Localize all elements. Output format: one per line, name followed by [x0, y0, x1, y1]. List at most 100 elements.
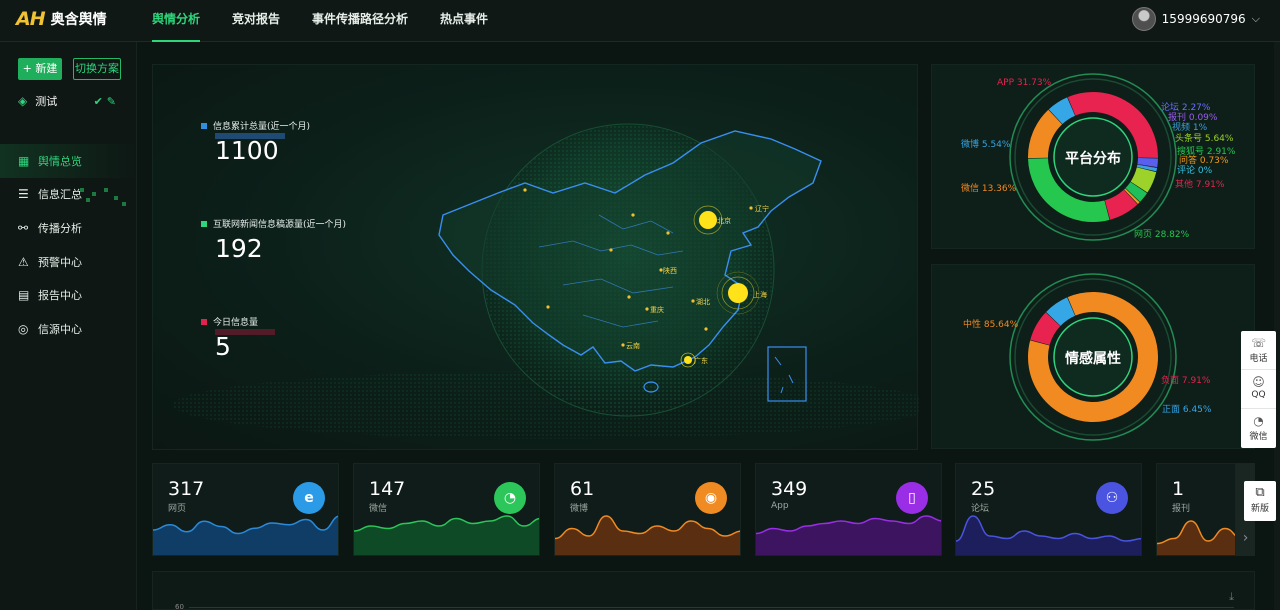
- map-label-chongqing: 重庆: [650, 305, 664, 314]
- nav-tab-hot-events[interactable]: 热点事件: [440, 0, 488, 42]
- map-label-shanghai: 上海: [753, 290, 767, 299]
- phone-icon: ☏: [1250, 336, 1266, 350]
- hotspot-beijing[interactable]: [699, 211, 717, 229]
- platform-slice-3[interactable]: [1136, 164, 1158, 172]
- sentiment-panel: 情感属性 中性 85.64% 负面 7.91% 正面 6.45%: [931, 264, 1255, 449]
- platform-distribution-panel: 平台分布 APP 31.73% 论坛 2.27% 报刊 0.09% 视频 1% …: [931, 64, 1255, 249]
- card-web[interactable]: 317 网页 e: [152, 463, 339, 556]
- plan-edit-tools[interactable]: ✔✎: [94, 95, 120, 108]
- sidebar-item-label: 预警中心: [38, 255, 82, 269]
- y-axis-tick: 60: [175, 603, 184, 610]
- contact-phone[interactable]: ☏ 电话: [1241, 331, 1276, 370]
- stat-color-square: [201, 318, 207, 325]
- card-count: 147: [369, 478, 406, 500]
- card-count: 1: [1172, 478, 1185, 500]
- new-version-label: 新版: [1250, 504, 1269, 514]
- contact-wechat[interactable]: ◔ 微信: [1241, 409, 1276, 448]
- avatar[interactable]: [1131, 7, 1156, 31]
- stat-color-square: [201, 122, 207, 129]
- main-nav: 舆情分析 竞对报告 事件传播路径分析 热点事件: [152, 0, 488, 42]
- sentiment-slice-2[interactable]: [1046, 297, 1076, 327]
- card-count: 25: [971, 478, 996, 500]
- map-label-yunnan: 云南: [626, 341, 640, 350]
- stat-value: 1100: [215, 136, 279, 165]
- decorative-pixels: [78, 188, 138, 212]
- stat-total-month: 信息累计总量(近一个月) 1100: [201, 119, 310, 165]
- stat-today: 今日信息量 5: [201, 315, 275, 361]
- switch-plan-button[interactable]: 切换方案: [73, 58, 121, 80]
- platform-slice-6[interactable]: [1124, 188, 1140, 204]
- sidebar-item-label: 传播分析: [38, 221, 82, 235]
- card-app[interactable]: 349 App ▯: [755, 463, 942, 556]
- platform-slice-4[interactable]: [1130, 167, 1157, 193]
- card-count: 61: [570, 478, 595, 500]
- sentiment-slice-1[interactable]: [1030, 312, 1061, 346]
- card-sparkline: [555, 515, 740, 555]
- nav-tab-sentiment-analysis[interactable]: 舆情分析: [152, 0, 201, 42]
- app-logo[interactable]: AH 奥含舆情: [16, 8, 107, 30]
- scrollbar[interactable]: [1274, 42, 1280, 610]
- download-icon[interactable]: ⤓: [1229, 590, 1234, 604]
- user-menu[interactable]: 15999690796 ⌵: [1131, 7, 1260, 31]
- new-version-button[interactable]: ⧉ 新版: [1244, 481, 1276, 521]
- map-label-shaanxi: 陕西: [663, 266, 677, 275]
- sparkline-area: [555, 516, 740, 555]
- stat-value: 5: [215, 332, 231, 361]
- map-label-hubei: 湖北: [696, 297, 710, 306]
- sidebar-item-alerts[interactable]: ⚠ 预警中心: [0, 245, 137, 279]
- top-bar: AH 奥含舆情 舆情分析 竞对报告 事件传播路径分析 热点事件 15999690…: [0, 0, 1280, 42]
- nav-tab-competitor-report[interactable]: 竞对报告: [232, 0, 280, 42]
- qq-icon: ☺: [1252, 375, 1265, 389]
- card-sparkline: [354, 515, 539, 555]
- stat-value: 192: [215, 234, 263, 263]
- card-weibo[interactable]: 61 微博 ◉: [554, 463, 741, 556]
- legend-negative: 负面 7.91%: [1161, 376, 1211, 386]
- stat-news-sources: 互联网新闻信息稿源量(近一个月) 192: [201, 217, 346, 263]
- platform-slice-8[interactable]: [1104, 189, 1138, 220]
- card-count: 349: [771, 478, 808, 500]
- sidebar-item-propagation[interactable]: ⚯ 传播分析: [0, 211, 137, 245]
- gridline: [189, 607, 1234, 608]
- legend-positive: 正面 6.45%: [1162, 405, 1212, 415]
- switch-version-icon: ⧉: [1255, 485, 1265, 500]
- card-wechat[interactable]: 147 微信 ◔: [353, 463, 540, 556]
- logo-mark: AH: [16, 8, 46, 30]
- legend-wechat: 微信 13.36%: [961, 184, 1017, 194]
- platform-slice-1[interactable]: [1137, 157, 1158, 168]
- sidebar-menu: ▦ 舆情总览 ☰ 信息汇总 ⚯ 传播分析 ⚠ 预警中心 ▤ 报告中心 ◎ 信源中…: [0, 144, 137, 346]
- settings-check-icon[interactable]: ✔: [94, 95, 107, 108]
- card-count: 317: [168, 478, 205, 500]
- map-label-beijing: 北京: [717, 216, 731, 225]
- card-sparkline: [756, 515, 941, 555]
- sidebar-item-sources[interactable]: ◎ 信源中心: [0, 312, 137, 346]
- new-plan-button[interactable]: + 新建: [18, 58, 62, 80]
- platform-slice-11[interactable]: [1048, 97, 1076, 125]
- report-icon: ▤: [18, 288, 30, 303]
- sidebar-item-label: 报告中心: [38, 289, 82, 303]
- legend-other: 其他 7.91%: [1175, 180, 1225, 190]
- trend-chart-panel: 60 ⤓: [152, 571, 1255, 610]
- platform-slice-10[interactable]: [1028, 109, 1063, 159]
- china-map-panel: 北京 辽宁 陕西 上海 湖北 重庆 云南 广东 信息累计总量(近一个月) 110…: [152, 64, 919, 450]
- card-forum[interactable]: 25 论坛 ⚇: [955, 463, 1142, 556]
- contact-float-widget: ☏ 电话 ☺ QQ ◔ 微信: [1241, 331, 1276, 448]
- contact-qq[interactable]: ☺ QQ: [1241, 370, 1276, 409]
- sidebar-item-overview[interactable]: ▦ 舆情总览: [0, 144, 137, 178]
- contact-qq-label: QQ: [1251, 390, 1266, 400]
- sparkline-area: [1157, 521, 1235, 555]
- chevron-down-icon[interactable]: ⌵: [1252, 12, 1260, 26]
- plan-item[interactable]: ◈ 测试 ✔✎: [18, 92, 120, 110]
- edit-icon[interactable]: ✎: [107, 95, 120, 108]
- card-newspaper[interactable]: 1 报刊: [1156, 463, 1236, 556]
- stat-color-square: [201, 220, 207, 227]
- legend-neutral: 中性 85.64%: [963, 320, 1019, 330]
- contact-phone-label: 电话: [1249, 354, 1268, 364]
- hotspot-shanghai[interactable]: [728, 283, 748, 303]
- target-icon: ◎: [18, 321, 29, 336]
- platform-slice-5[interactable]: [1125, 181, 1148, 202]
- wechat-icon: ◔: [1253, 414, 1264, 428]
- hotspot-guangdong[interactable]: [684, 356, 692, 364]
- plan-name: 测试: [35, 95, 58, 108]
- nav-tab-propagation-path[interactable]: 事件传播路径分析: [312, 0, 408, 42]
- sidebar-item-reports[interactable]: ▤ 报告中心: [0, 278, 137, 312]
